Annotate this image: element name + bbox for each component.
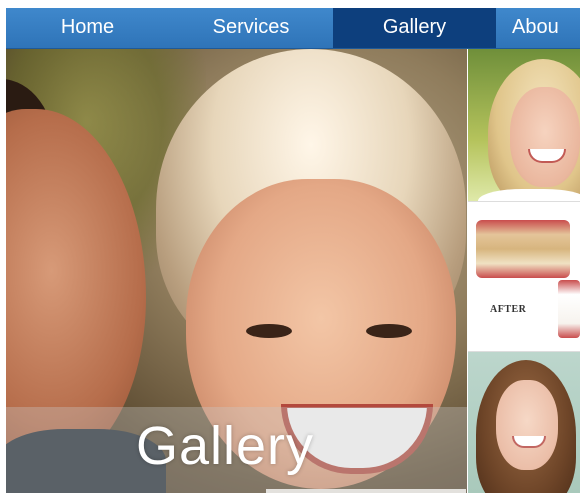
- gallery-page: Home Services Gallery Abou Gallery AFTER: [0, 0, 580, 493]
- teeth-after-image: [558, 280, 580, 338]
- gallery-thumbnail-before-after[interactable]: AFTER: [468, 201, 580, 352]
- teeth-before-image: [476, 220, 570, 278]
- gallery-thumbnail-portrait-brunette[interactable]: [468, 352, 580, 493]
- hero-woman-eye-right: [366, 324, 412, 338]
- after-label: AFTER: [490, 304, 527, 315]
- main-nav: Home Services Gallery Abou: [6, 8, 580, 49]
- thumbnail-shoulder: [478, 189, 580, 201]
- hero-woman-eye-left: [246, 324, 292, 338]
- hero-banner: Gallery: [6, 49, 467, 493]
- nav-item-gallery[interactable]: Gallery: [333, 8, 496, 48]
- hero-title: Gallery: [136, 416, 315, 476]
- nav-item-home[interactable]: Home: [6, 8, 169, 48]
- thumbnail-face: [496, 380, 558, 470]
- gallery-thumbnail-portrait-blonde[interactable]: [468, 49, 580, 201]
- thumbnail-face: [510, 87, 580, 187]
- nav-item-about[interactable]: Abou: [496, 8, 580, 48]
- nav-item-services[interactable]: Services: [169, 8, 333, 48]
